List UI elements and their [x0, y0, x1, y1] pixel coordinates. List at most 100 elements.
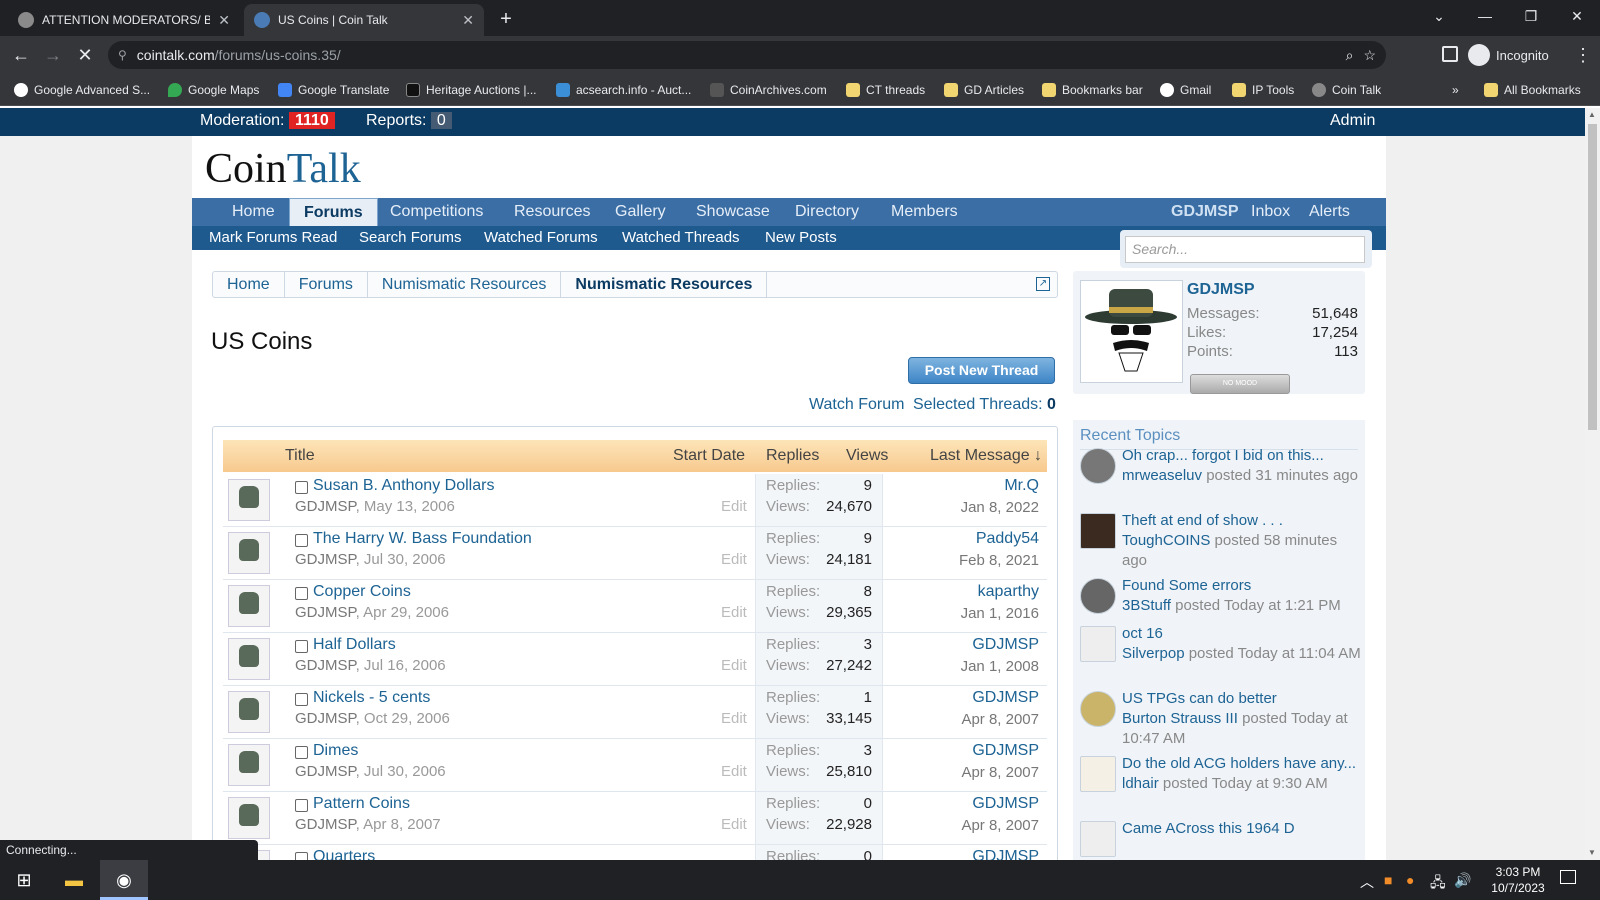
- recent-topic-title[interactable]: Found Some errors: [1122, 576, 1362, 596]
- recent-topic-user[interactable]: ToughCOINS: [1122, 532, 1210, 549]
- forward-arrow-icon[interactable]: →: [40, 42, 66, 68]
- thread-row[interactable]: Pattern Coins GDJMSP, Apr 8, 2007 Edit Repl…: [223, 792, 1047, 845]
- last-message-date[interactable]: Feb 8, 2021: [959, 552, 1039, 569]
- recent-topic-user[interactable]: 3BStuff: [1122, 597, 1171, 614]
- select-thread-checkbox[interactable]: [295, 534, 308, 547]
- last-message-user[interactable]: GDJMSP: [972, 742, 1039, 760]
- bookmark-gd-articles[interactable]: GD Articles: [944, 80, 1024, 100]
- select-thread-checkbox[interactable]: [295, 746, 308, 759]
- thread-row[interactable]: Susan B. Anthony Dollars GDJMSP, May 13, …: [223, 474, 1047, 527]
- thread-title-link[interactable]: The Harry W. Bass Foundation: [313, 530, 532, 548]
- nav-alerts[interactable]: Alerts: [1309, 198, 1350, 226]
- bookmark-coin-talk[interactable]: Coin Talk: [1312, 80, 1381, 100]
- edit-thread-link[interactable]: Edit: [721, 498, 747, 515]
- thread-author[interactable]: GDJMSP: [295, 604, 356, 621]
- recent-topic-avatar[interactable]: [1080, 691, 1116, 727]
- thread-title-link[interactable]: Pattern Coins: [313, 795, 410, 813]
- nav-forums[interactable]: Forums: [289, 198, 378, 226]
- zoom-search-icon[interactable]: ⌕: [1346, 47, 1354, 64]
- column-title[interactable]: Title: [285, 447, 315, 465]
- nav-directory[interactable]: Directory: [795, 198, 859, 226]
- edit-thread-link[interactable]: Edit: [721, 816, 747, 833]
- avatar[interactable]: [228, 479, 270, 521]
- last-message-user[interactable]: GDJMSP: [972, 636, 1039, 654]
- all-bookmarks[interactable]: All Bookmarks: [1484, 80, 1581, 100]
- column-views[interactable]: Views: [846, 447, 888, 465]
- thread-author[interactable]: GDJMSP: [295, 816, 356, 833]
- avatar[interactable]: [228, 797, 270, 839]
- bookmark-star-icon[interactable]: ☆: [1363, 47, 1376, 64]
- app-tray-icon[interactable]: ■: [1384, 872, 1392, 888]
- edit-thread-link[interactable]: Edit: [721, 710, 747, 727]
- breadcrumb-numismatic-resources[interactable]: Numismatic Resources: [368, 272, 562, 297]
- thread-row[interactable]: Dimes GDJMSP, Jul 30, 2006 Edit Replies: 3 Vi…: [223, 739, 1047, 792]
- restore-button[interactable]: ❐: [1508, 4, 1554, 28]
- watched-forums-link[interactable]: Watched Forums: [484, 226, 598, 250]
- recent-topic-avatar[interactable]: [1080, 626, 1116, 662]
- last-message-date[interactable]: Apr 8, 2007: [961, 817, 1039, 834]
- last-message-date[interactable]: Jan 1, 2008: [961, 658, 1039, 675]
- last-message-user[interactable]: kaparthy: [978, 583, 1039, 601]
- bookmark-bookmarks-bar[interactable]: Bookmarks bar: [1042, 80, 1143, 100]
- thread-author[interactable]: GDJMSP: [295, 763, 356, 780]
- tab-search-icon[interactable]: ⌄: [1416, 4, 1462, 28]
- column-replies[interactable]: Replies: [766, 447, 819, 465]
- stop-loading-icon[interactable]: ✕: [72, 42, 98, 68]
- scroll-down-icon[interactable]: ▼: [1588, 848, 1596, 857]
- select-thread-checkbox[interactable]: [295, 587, 308, 600]
- nav-resources[interactable]: Resources: [514, 198, 590, 226]
- recent-topic-title[interactable]: US TPGs can do better: [1122, 689, 1362, 709]
- mark-forums-read-link[interactable]: Mark Forums Read: [209, 226, 337, 250]
- taskbar-clock[interactable]: 3:03 PM 10/7/2023: [1483, 864, 1553, 896]
- close-window-button[interactable]: ✕: [1554, 4, 1600, 28]
- search-input[interactable]: Search...: [1125, 236, 1365, 263]
- last-message-user[interactable]: Mr.Q: [1004, 477, 1039, 495]
- bookmark-ct-threads[interactable]: CT threads: [846, 80, 925, 100]
- bookmark-coinarchives[interactable]: CoinArchives.com: [710, 80, 827, 100]
- close-tab-icon[interactable]: ✕: [218, 12, 230, 29]
- nav-showcase[interactable]: Showcase: [696, 198, 770, 226]
- avatar[interactable]: [228, 744, 270, 786]
- moderation-queue[interactable]: Moderation: 1110: [200, 112, 335, 130]
- reports-queue[interactable]: Reports: 0: [366, 112, 452, 130]
- nav-competitions[interactable]: Competitions: [390, 198, 483, 226]
- recent-topic-title[interactable]: Theft at end of show . . .: [1122, 511, 1362, 531]
- jump-to-icon[interactable]: ↗: [1036, 277, 1050, 291]
- avatar[interactable]: [228, 532, 270, 574]
- avatar[interactable]: [228, 691, 270, 733]
- thread-author[interactable]: GDJMSP: [295, 710, 356, 727]
- thread-title-link[interactable]: Nickels - 5 cents: [313, 689, 430, 707]
- selected-threads[interactable]: Selected Threads: 0: [913, 396, 1056, 414]
- nav-gallery[interactable]: Gallery: [615, 198, 666, 226]
- last-message-date[interactable]: Jan 1, 2016: [961, 605, 1039, 622]
- network-icon[interactable]: 🖧: [1430, 872, 1446, 896]
- select-thread-checkbox[interactable]: [295, 481, 308, 494]
- back-arrow-icon[interactable]: ←: [8, 42, 34, 68]
- recent-topic-title[interactable]: oct 16: [1122, 624, 1362, 644]
- nav-members[interactable]: Members: [891, 198, 958, 226]
- recent-topic-avatar[interactable]: [1080, 821, 1116, 857]
- mood-button[interactable]: NO MOOD: [1190, 374, 1290, 394]
- browser-menu-icon[interactable]: ⋮: [1574, 42, 1592, 68]
- incognito-profile[interactable]: Incognito: [1468, 42, 1549, 68]
- recent-topic-avatar[interactable]: [1080, 513, 1116, 549]
- thread-title-link[interactable]: Dimes: [313, 742, 358, 760]
- notifications-icon[interactable]: [1560, 870, 1576, 884]
- tab-us-coins[interactable]: US Coins | Coin Talk ✕: [244, 4, 484, 36]
- post-new-thread-button[interactable]: Post New Thread: [908, 357, 1055, 384]
- site-info-icon[interactable]: ⚲: [118, 48, 127, 62]
- last-message-user[interactable]: Paddy54: [976, 530, 1039, 548]
- column-last-message[interactable]: Last Message ↓: [930, 447, 1042, 465]
- new-tab-button[interactable]: +: [492, 6, 520, 34]
- breadcrumb-home[interactable]: Home: [213, 272, 285, 297]
- bookmark-google-maps[interactable]: Google Maps: [168, 80, 259, 100]
- bookmark-gmail[interactable]: Gmail: [1160, 80, 1211, 100]
- thread-row[interactable]: Nickels - 5 cents GDJMSP, Oct 29, 2006 Edi…: [223, 686, 1047, 739]
- last-message-date[interactable]: Jan 8, 2022: [961, 499, 1039, 516]
- minimize-button[interactable]: —: [1462, 4, 1508, 28]
- bookmark-heritage-auctions[interactable]: Heritage Auctions |...: [406, 80, 537, 100]
- thread-title-link[interactable]: Susan B. Anthony Dollars: [313, 477, 494, 495]
- close-tab-icon[interactable]: ✕: [462, 12, 474, 29]
- thread-author[interactable]: GDJMSP: [295, 657, 356, 674]
- edit-thread-link[interactable]: Edit: [721, 551, 747, 568]
